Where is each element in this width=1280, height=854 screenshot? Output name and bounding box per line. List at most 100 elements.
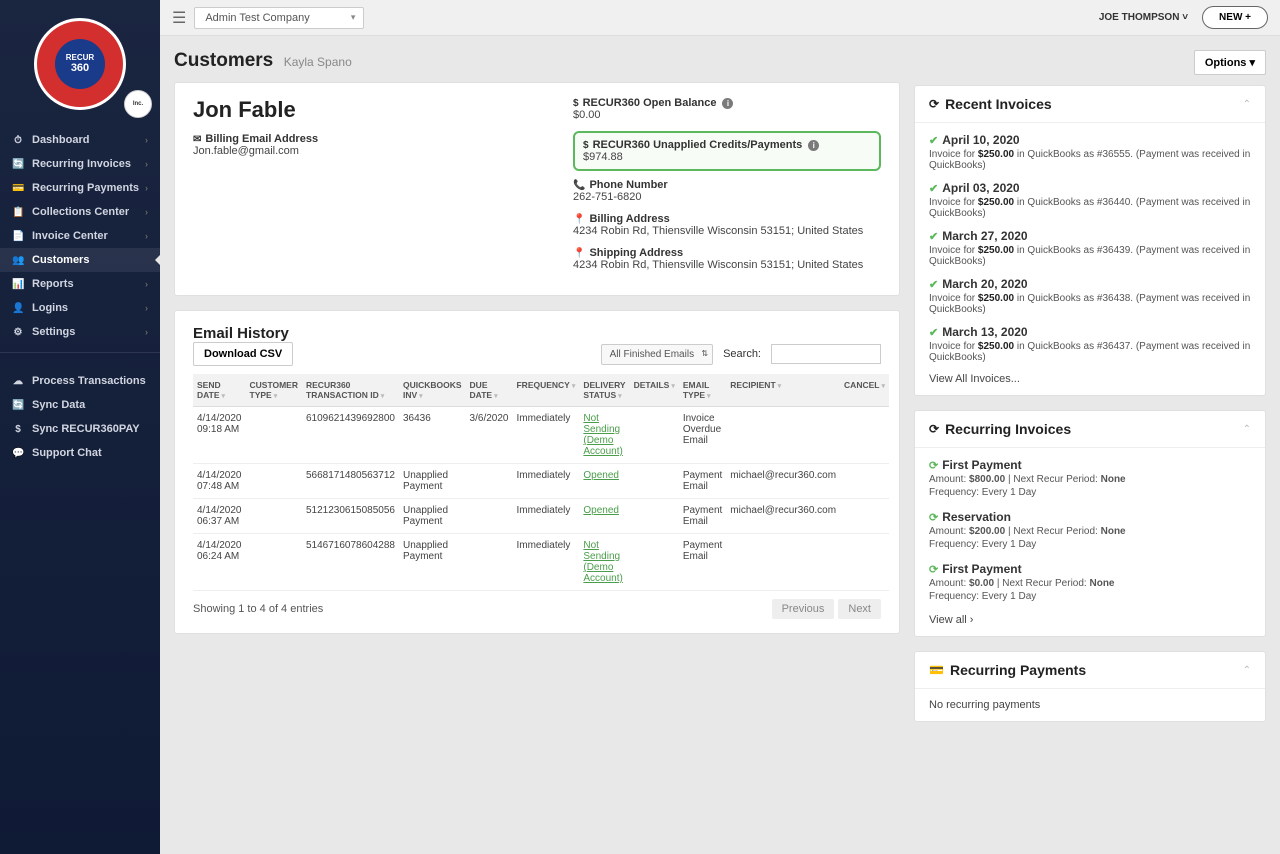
open-balance-value: $0.00 [573,109,881,121]
nav-icon: $ [12,424,24,435]
email-filter-select[interactable]: All Finished Emails [601,344,713,365]
nav-icon: ⏱ [12,135,24,146]
sidebar-item-label: Collections Center [32,206,129,218]
table-showing: Showing 1 to 4 of 4 entries [193,603,323,615]
breadcrumb: Kayla Spano [284,55,352,69]
sidebar-item-sync-recur360pay[interactable]: $ Sync RECUR360PAY [0,417,160,441]
column-header[interactable]: CANCEL▾ [840,374,889,407]
delivery-status-link[interactable]: Opened [583,470,619,481]
delivery-status-link[interactable]: Not Sending (Demo Account) [583,413,622,457]
pin-icon: 📍 [573,248,585,259]
phone-value: 262-751-6820 [573,191,881,203]
menu-icon[interactable]: ☰ [172,8,186,28]
check-icon: ✔ [929,182,938,195]
new-button[interactable]: NEW + [1202,6,1268,29]
column-header[interactable]: RECUR360TRANSACTION ID▾ [302,374,399,407]
sidebar-item-label: Sync RECUR360PAY [32,423,140,435]
nav-icon: ☁ [12,376,24,387]
column-header[interactable]: DETAILS▾ [630,374,679,407]
chevron-right-icon: › [145,159,148,169]
nav-icon: 🔄 [12,159,24,170]
next-button[interactable]: Next [838,599,881,619]
sidebar-item-customers[interactable]: 👥Customers [0,248,160,272]
nav-icon: 💳 [12,183,24,194]
recurring-invoices-panel: ⟳ Recurring Invoices ⌃ ⟳ First Payment A… [914,410,1266,637]
chevron-up-icon[interactable]: ⌃ [1243,424,1251,435]
sidebar-item-label: Sync Data [32,399,85,411]
sidebar-item-label: Dashboard [32,134,89,146]
sidebar-item-sync-data[interactable]: 🔄 Sync Data [0,393,160,417]
unapplied-credits-box: $ RECUR360 Unapplied Credits/Payments i … [573,131,881,171]
sidebar-item-label: Support Chat [32,447,102,459]
recent-invoice-item: ✔ March 13, 2020 Invoice for $250.00 in … [929,325,1251,363]
view-all-invoices-link[interactable]: View All Invoices... [929,373,1251,385]
search-label: Search: [723,348,761,360]
recent-invoices-panel: ⟳ Recent Invoices ⌃ ✔ April 10, 2020 Inv… [914,85,1266,396]
refresh-icon: ⟳ [929,459,938,472]
nav-icon: 👥 [12,255,24,266]
sidebar-item-label: Reports [32,278,74,290]
email-history-table: SENDDATE▾CUSTOMERTYPE▾RECUR360TRANSACTIO… [193,374,889,591]
sidebar-item-recurring-payments[interactable]: 💳Recurring Payments› [0,176,160,200]
shipping-address: 4234 Robin Rd, Thiensville Wisconsin 531… [573,259,881,271]
chevron-right-icon: › [145,231,148,241]
column-header[interactable]: QUICKBOOKSINV▾ [399,374,466,407]
chevron-up-icon[interactable]: ⌃ [1243,665,1251,676]
sidebar-item-label: Invoice Center [32,230,108,242]
refresh-icon: ⟳ [929,563,938,576]
sidebar-item-dashboard[interactable]: ⏱ Dashboard › [0,128,160,152]
column-header[interactable]: CUSTOMERTYPE▾ [246,374,303,407]
nav-icon: 🔄 [12,400,24,411]
sidebar-item-label: Logins [32,302,68,314]
check-icon: ✔ [929,230,938,243]
prev-button[interactable]: Previous [772,599,835,619]
sidebar-item-label: Process Transactions [32,375,146,387]
chevron-right-icon: › [145,207,148,217]
view-all-recurring-link[interactable]: View all › [929,614,1251,626]
sidebar: RECUR360 Inc. ⏱Dashboard›🔄Recurring Invo… [0,0,160,854]
recent-invoice-item: ✔ March 27, 2020 Invoice for $250.00 in … [929,229,1251,267]
sidebar-item-logins[interactable]: 👤Logins› [0,296,160,320]
user-menu[interactable]: JOE THOMPSON ˅ [1099,12,1188,23]
sidebar-item-process-transactions[interactable]: ☁ Process Transactions [0,369,160,393]
column-header[interactable]: DUEDATE▾ [466,374,513,407]
column-header[interactable]: EMAILTYPE▾ [679,374,726,407]
column-header[interactable]: DELIVERYSTATUS▾ [579,374,629,407]
chevron-right-icon: › [145,303,148,313]
sidebar-item-settings[interactable]: ⚙Settings› [0,320,160,344]
column-header[interactable]: RECIPIENT▾ [726,374,840,407]
sidebar-item-recurring-invoices[interactable]: 🔄Recurring Invoices› [0,152,160,176]
inc5000-badge: Inc. [124,90,152,118]
recent-invoice-item: ✔ April 10, 2020 Invoice for $250.00 in … [929,133,1251,171]
search-input[interactable] [771,344,881,364]
company-select[interactable]: Admin Test Company [194,7,364,29]
recurring-invoice-item: ⟳ First Payment Amount: $0.00 | Next Rec… [929,562,1251,602]
sidebar-item-label: Settings [32,326,75,338]
info-icon[interactable]: i [808,140,819,151]
recurring-invoice-item: ⟳ First Payment Amount: $800.00 | Next R… [929,458,1251,498]
table-row: 4/14/202006:37 AM 5121230615085056 Unapp… [193,499,889,534]
recurring-invoice-item: ⟳ Reservation Amount: $200.00 | Next Rec… [929,510,1251,550]
no-payments-text: No recurring payments [929,699,1251,711]
email-history-title: Email History [193,325,881,342]
chevron-right-icon: › [145,135,148,145]
sidebar-item-support-chat[interactable]: 💬Support Chat [0,441,160,465]
sidebar-item-invoice-center[interactable]: 📄Invoice Center› [0,224,160,248]
chevron-up-icon[interactable]: ⌃ [1243,99,1251,110]
chevron-right-icon: › [145,279,148,289]
chevron-right-icon: › [145,327,148,337]
sidebar-item-reports[interactable]: 📊Reports› [0,272,160,296]
pin-icon: 📍 [573,214,585,225]
column-header[interactable]: SENDDATE▾ [193,374,246,407]
download-csv-button[interactable]: Download CSV [193,342,293,366]
options-button[interactable]: Options ▾ [1194,50,1266,75]
column-header[interactable]: FREQUENCY▾ [512,374,579,407]
logo: RECUR360 Inc. [0,0,160,120]
chevron-right-icon: › [145,183,148,193]
delivery-status-link[interactable]: Not Sending (Demo Account) [583,540,622,584]
info-icon[interactable]: i [722,98,733,109]
check-icon: ✔ [929,326,938,339]
topbar: ☰ Admin Test Company JOE THOMPSON ˅ NEW … [160,0,1280,36]
delivery-status-link[interactable]: Opened [583,505,619,516]
sidebar-item-collections-center[interactable]: 📋Collections Center› [0,200,160,224]
